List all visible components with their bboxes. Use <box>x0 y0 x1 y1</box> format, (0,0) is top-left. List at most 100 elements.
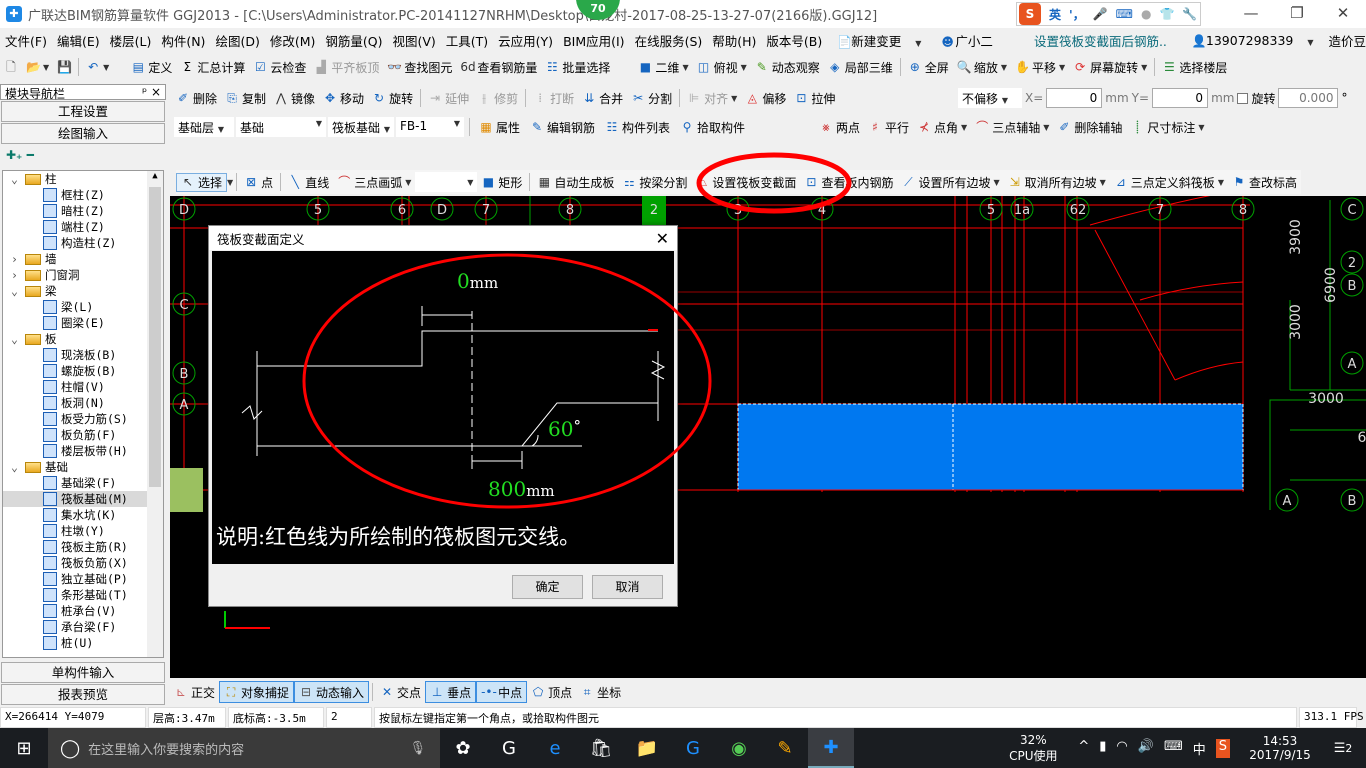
tree-item[interactable]: 桩(U) <box>3 635 163 651</box>
offset-select[interactable]: 不偏移 ▼ <box>958 88 1022 108</box>
local-3d-button[interactable]: ◈ 局部三维 <box>824 59 897 76</box>
save-button[interactable]: 💾 <box>53 60 75 74</box>
tree-folder[interactable]: › 墙 <box>3 251 163 267</box>
tree-item[interactable]: 板负筋(F) <box>3 427 163 443</box>
new-file-button[interactable]: 🗋 <box>0 60 22 74</box>
mirror-button[interactable]: ⋀ 镜像 <box>270 90 319 107</box>
tree-folder[interactable]: › 门窗洞 <box>3 267 163 283</box>
three-point-axis-button[interactable]: ⌒ 三点辅轴 ▼ <box>971 119 1053 136</box>
top-view-button[interactable]: ◫ 俯视 ▼ <box>693 59 751 76</box>
tree-item[interactable]: 独立基础(P) <box>3 571 163 587</box>
minimize-button[interactable]: — <box>1228 0 1274 28</box>
menu-assistant[interactable]: ☻广小二 <box>931 31 1003 50</box>
user-icon[interactable]: ● <box>1141 7 1151 21</box>
split-by-beam-button[interactable]: ⚏ 按梁分割 <box>618 174 691 191</box>
vertex-snap[interactable]: ⬠ 顶点 <box>527 681 576 703</box>
chevron-down-icon[interactable]: ⌄ <box>11 459 25 475</box>
line-button[interactable]: ╲ 直线 <box>284 174 333 191</box>
dimension-button[interactable]: ⸽ 尺寸标注 ▼ <box>1126 119 1208 136</box>
project-settings-button[interactable]: 工程设置 <box>1 101 165 122</box>
edge-icon[interactable]: e <box>532 728 578 768</box>
nav-close-icon[interactable]: × <box>151 85 161 99</box>
arc-mode-select[interactable]: ▼ <box>415 172 478 192</box>
floor-select[interactable]: 基础层 ▼ <box>174 117 234 137</box>
tree-item[interactable]: 构造柱(Z) <box>3 235 163 251</box>
tree-item[interactable]: 集水坑(K) <box>3 507 163 523</box>
menu-floor[interactable]: 楼层(L) <box>105 31 157 50</box>
tree-item[interactable]: 条形基础(T) <box>3 587 163 603</box>
view-rebar-button[interactable]: 6d 查看钢筋量 <box>456 59 541 76</box>
chevron-down-icon[interactable]: ⌄ <box>11 283 25 299</box>
align-button[interactable]: ⊫ 对齐 ▼ <box>683 90 741 107</box>
tree-scrollbar[interactable]: ▲ <box>147 171 163 657</box>
coordinate-snap[interactable]: ⌗ 坐标 <box>576 681 625 703</box>
report-preview-button[interactable]: 报表预览 <box>1 684 165 705</box>
set-all-slopes-button[interactable]: ⟋ 设置所有边坡 ▼ <box>897 174 1003 191</box>
tree-item[interactable]: 板受力筋(S) <box>3 411 163 427</box>
perpendicular-snap[interactable]: ⊥ 垂点 <box>425 681 477 703</box>
fullscreen-button[interactable]: ⊕ 全屏 <box>904 59 953 76</box>
skin-icon[interactable]: 👕 <box>1159 7 1174 21</box>
undo-button[interactable]: ↶ ▼ <box>82 60 113 74</box>
delete-button[interactable]: ✐ 删除 <box>172 90 221 107</box>
tree-item[interactable]: 现浇板(B) <box>3 347 163 363</box>
tree-item[interactable]: 楼层板带(H) <box>3 443 163 459</box>
modify-elevation-button[interactable]: ⚑ 查改标高 <box>1228 174 1301 191</box>
pan-button[interactable]: ✋ 平移 ▼ <box>1011 59 1069 76</box>
dynamic-input-toggle[interactable]: ⊟ 动态输入 <box>294 681 370 703</box>
tree-folder[interactable]: ⌄ 梁 <box>3 283 163 299</box>
two-point-button[interactable]: ⨳ 两点 <box>815 119 864 136</box>
component-name-select[interactable]: FB-1 ▼ <box>396 117 464 137</box>
mic-icon[interactable]: 🎤 <box>1093 7 1108 21</box>
select-button[interactable]: ↖ 选择 <box>176 172 228 192</box>
offset-button[interactable]: ◬ 偏移 <box>741 90 790 107</box>
close-button[interactable]: ✕ <box>1320 0 1366 28</box>
parallel-button[interactable]: ♯ 平行 <box>864 119 913 136</box>
zoom-button[interactable]: 🔍 缩放 ▼ <box>953 59 1011 76</box>
auto-generate-slab-button[interactable]: ▦ 自动生成板 <box>533 174 618 191</box>
menu-component[interactable]: 构件(N) <box>156 31 210 50</box>
set-raft-section-change-button[interactable]: ⏢ 设置筏板变截面 <box>691 174 800 191</box>
wifi-icon[interactable]: ◠ <box>1116 739 1127 758</box>
intersection-snap[interactable]: ✕ 交点 <box>376 681 425 703</box>
tree-item[interactable]: 筏板主筋(R) <box>3 539 163 555</box>
component-list-button[interactable]: ☷ 构件列表 <box>601 119 674 136</box>
pin-icon[interactable]: ᵖ <box>142 85 147 99</box>
split-button[interactable]: ✂ 分割 <box>627 90 676 107</box>
keyboard-icon[interactable]: ⌨ <box>1116 7 1133 21</box>
copy-button[interactable]: ⎘ 复制 <box>221 90 270 107</box>
tree-item[interactable]: 柱帽(V) <box>3 379 163 395</box>
type-select[interactable]: 基础 ▼ <box>236 117 326 137</box>
tree-item[interactable]: 梁(L) <box>3 299 163 315</box>
battery-icon[interactable]: ▮ <box>1099 739 1106 758</box>
menu-tools[interactable]: 工具(T) <box>441 31 493 50</box>
point-button[interactable]: ⊠ 点 <box>240 174 277 191</box>
tree-item[interactable]: 螺旋板(B) <box>3 363 163 379</box>
y-input[interactable]: 0 <box>1152 88 1209 108</box>
pick-component-button[interactable]: ⚲ 拾取构件 <box>676 119 749 136</box>
tree-item[interactable]: 端柱(Z) <box>3 219 163 235</box>
menu-edit[interactable]: 编辑(E) <box>52 31 105 50</box>
menu-help[interactable]: 帮助(H) <box>707 31 761 50</box>
trim-button[interactable]: ⫲ 修剪 <box>473 90 522 107</box>
notification-center[interactable]: ☰ 2 <box>1320 728 1366 768</box>
tree-folder[interactable]: ⌄ 板 <box>3 331 163 347</box>
batch-select-button[interactable]: ☷ 批量选择 <box>541 59 614 76</box>
tree-item[interactable]: 筏板负筋(X) <box>3 555 163 571</box>
extend-button[interactable]: ⇥ 延伸 <box>424 90 473 107</box>
view-slab-rebar-button[interactable]: ⊡ 查看板内钢筋 <box>800 174 897 191</box>
tree-item[interactable]: 圈梁(E) <box>3 315 163 331</box>
2d-button[interactable]: ■ 二维 ▼ <box>634 59 692 76</box>
menu-online[interactable]: 在线服务(S) <box>630 31 708 50</box>
cancel-all-slopes-button[interactable]: ⇲ 取消所有边坡 ▼ <box>1004 174 1110 191</box>
merge-button[interactable]: ⇊ 合并 <box>578 90 627 107</box>
summary-calc-button[interactable]: Σ 汇总计算 <box>176 59 249 76</box>
tree-item[interactable]: 柱墩(Y) <box>3 523 163 539</box>
ortho-toggle[interactable]: ⊾ 正交 <box>170 681 219 703</box>
ime-toolbar[interactable]: S 英 '， 🎤 ⌨ ● 👕 🔧 <box>1016 2 1201 26</box>
store-icon[interactable]: 🛍 <box>578 728 624 768</box>
tree-item[interactable]: 暗柱(Z) <box>3 203 163 219</box>
rotate-checkbox[interactable] <box>1237 92 1249 104</box>
tree-item[interactable]: 基础梁(F) <box>3 475 163 491</box>
taskbar-app-notes[interactable]: ✎ <box>762 728 808 768</box>
